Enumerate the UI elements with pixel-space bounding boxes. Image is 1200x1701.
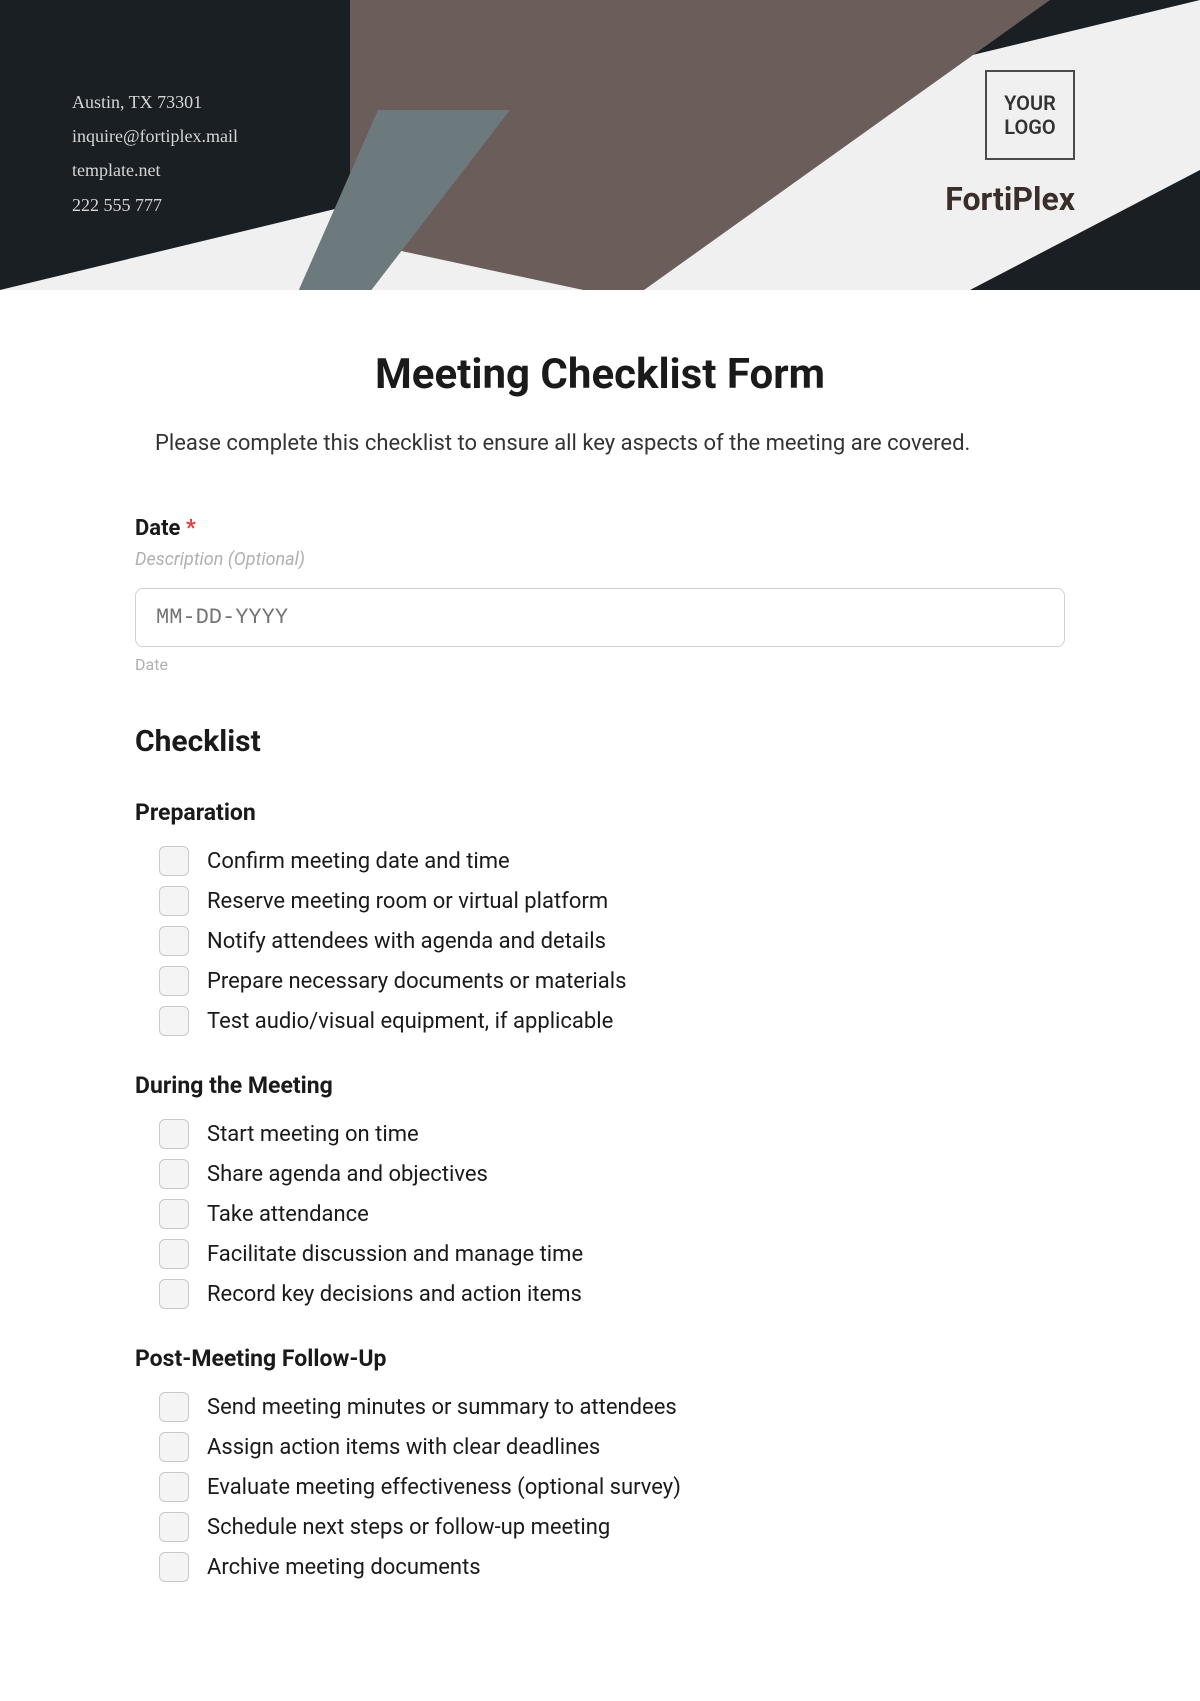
checklist-item: Share agenda and objectives xyxy=(135,1159,1065,1189)
checklist-item: Notify attendees with agenda and details xyxy=(135,926,1065,956)
checklist-item-label: Facilitate discussion and manage time xyxy=(207,1242,583,1267)
subsection-heading: During the Meeting xyxy=(135,1072,1065,1099)
checklist-item: Test audio/visual equipment, if applicab… xyxy=(135,1006,1065,1036)
date-input[interactable] xyxy=(135,588,1065,647)
checklist-item-label: Schedule next steps or follow-up meeting xyxy=(207,1515,610,1540)
contact-email: inquire@fortiplex.mail xyxy=(72,119,238,153)
checklist-item: Reserve meeting room or virtual platform xyxy=(135,886,1065,916)
checklist-sections: Preparation Confirm meeting date and time… xyxy=(135,799,1065,1582)
checklist-item: Confirm meeting date and time xyxy=(135,846,1065,876)
checklist-item-label: Record key decisions and action items xyxy=(207,1282,582,1307)
page-subtitle: Please complete this checklist to ensure… xyxy=(135,431,1065,456)
checklist-item: Prepare necessary documents or materials xyxy=(135,966,1065,996)
checklist-item: Record key decisions and action items xyxy=(135,1279,1065,1309)
checklist-item-label: Start meeting on time xyxy=(207,1122,419,1147)
checklist-item-label: Archive meeting documents xyxy=(207,1555,481,1580)
checklist-item: Schedule next steps or follow-up meeting xyxy=(135,1512,1065,1542)
checkbox[interactable] xyxy=(159,1279,189,1309)
checklist-item-label: Test audio/visual equipment, if applicab… xyxy=(207,1009,613,1034)
checkbox[interactable] xyxy=(159,1006,189,1036)
checklist-item-label: Share agenda and objectives xyxy=(207,1162,488,1187)
checklist-item-label: Reserve meeting room or virtual platform xyxy=(207,889,608,914)
checkbox[interactable] xyxy=(159,1552,189,1582)
required-asterisk: * xyxy=(186,516,196,541)
checklist-item: Start meeting on time xyxy=(135,1119,1065,1149)
checkbox[interactable] xyxy=(159,1159,189,1189)
checkbox[interactable] xyxy=(159,926,189,956)
logo-text: YOUR LOGO xyxy=(987,91,1073,139)
subsection-heading: Preparation xyxy=(135,799,1065,826)
subsection-heading: Post-Meeting Follow-Up xyxy=(135,1345,1065,1372)
contact-phone: 222 555 777 xyxy=(72,188,238,222)
date-field-group: Date * Description (Optional) Date xyxy=(135,516,1065,674)
checklist-item: Archive meeting documents xyxy=(135,1552,1065,1582)
contact-website: template.net xyxy=(72,153,238,187)
checkbox[interactable] xyxy=(159,846,189,876)
date-field-label: Date * xyxy=(135,516,1065,541)
contact-info: Austin, TX 73301 inquire@fortiplex.mail … xyxy=(72,85,238,222)
checklist-item: Send meeting minutes or summary to atten… xyxy=(135,1392,1065,1422)
checklist-item-label: Take attendance xyxy=(207,1202,369,1227)
checklist-item: Evaluate meeting effectiveness (optional… xyxy=(135,1472,1065,1502)
checkbox[interactable] xyxy=(159,1472,189,1502)
checklist-item-label: Send meeting minutes or summary to atten… xyxy=(207,1395,677,1420)
checklist-item: Facilitate discussion and manage time xyxy=(135,1239,1065,1269)
date-field-description: Description (Optional) xyxy=(135,549,1065,570)
checklist-item-label: Notify attendees with agenda and details xyxy=(207,929,606,954)
checkbox[interactable] xyxy=(159,1199,189,1229)
checklist-item: Assign action items with clear deadlines xyxy=(135,1432,1065,1462)
checklist-heading: Checklist xyxy=(135,724,1065,759)
checklist-item-label: Assign action items with clear deadlines xyxy=(207,1435,600,1460)
contact-address: Austin, TX 73301 xyxy=(72,85,238,119)
date-field-sublabel: Date xyxy=(135,655,1065,674)
checklist-item-label: Confirm meeting date and time xyxy=(207,849,510,874)
checklist-item-label: Prepare necessary documents or materials xyxy=(207,969,626,994)
checkbox[interactable] xyxy=(159,1119,189,1149)
checkbox[interactable] xyxy=(159,886,189,916)
checkbox[interactable] xyxy=(159,1392,189,1422)
checkbox[interactable] xyxy=(159,966,189,996)
header-banner: Austin, TX 73301 inquire@fortiplex.mail … xyxy=(0,0,1200,290)
page-title: Meeting Checklist Form xyxy=(135,350,1065,399)
date-label-text: Date xyxy=(135,516,180,541)
checkbox[interactable] xyxy=(159,1512,189,1542)
form-content: Meeting Checklist Form Please complete t… xyxy=(0,290,1200,1652)
brand-name: FortiPlex xyxy=(945,180,1075,218)
logo-placeholder: YOUR LOGO xyxy=(985,70,1075,160)
checkbox[interactable] xyxy=(159,1432,189,1462)
checkbox[interactable] xyxy=(159,1239,189,1269)
checklist-item: Take attendance xyxy=(135,1199,1065,1229)
checklist-item-label: Evaluate meeting effectiveness (optional… xyxy=(207,1475,681,1500)
